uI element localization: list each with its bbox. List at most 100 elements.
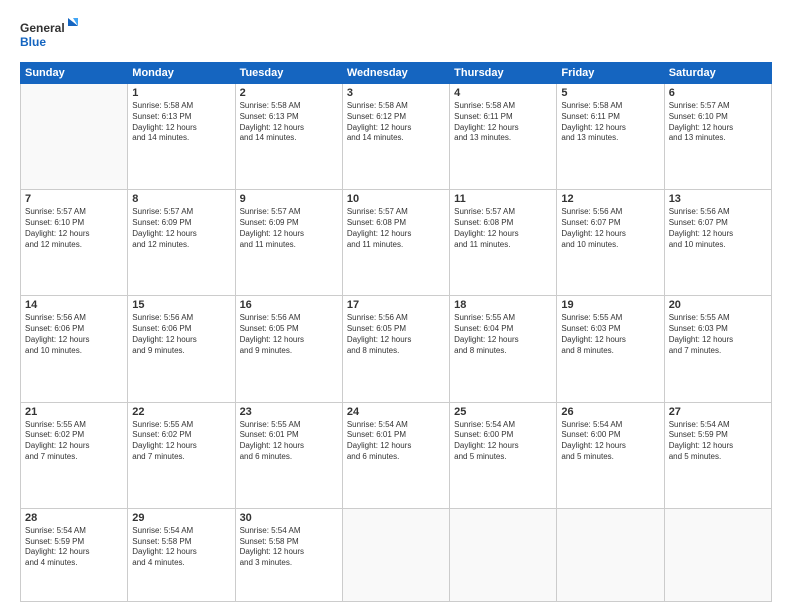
calendar-cell: 15 Sunrise: 5:56 AM Sunset: 6:06 PM Dayli… [128,296,235,402]
calendar-cell: 11Sunrise: 5:57 AM Sunset: 6:08 PM Dayli… [450,190,557,296]
day-info: Sunrise: 5:57 AM Sunset: 6:08 PM Dayligh… [454,207,552,250]
calendar-cell: 21 Sunrise: 5:55 AM Sunset: 6:02 PM Dayli… [21,402,128,508]
day-info: Sunrise: 5:58 AM Sunset: 6:11 PM Dayligh… [561,101,659,144]
day-number: 20 [669,299,767,311]
day-number: 15 [132,299,230,311]
day-info: Sunrise: 5:55 AM Sunset: 6:03 PM Dayligh… [669,313,767,356]
logo: General Blue [20,16,80,54]
calendar-cell: 2 Sunrise: 5:58 AM Sunset: 6:13 PM Daylig… [235,84,342,190]
day-info: Sunrise: 5:57 AM Sunset: 6:08 PM Dayligh… [347,207,445,250]
calendar-day-header: Wednesday [342,63,449,84]
day-number: 18 [454,299,552,311]
day-info: Sunrise: 5:54 AM Sunset: 5:59 PM Dayligh… [25,526,123,569]
calendar-day-header: Saturday [664,63,771,84]
calendar-day-header: Friday [557,63,664,84]
day-number: 26 [561,406,659,418]
day-number: 27 [669,406,767,418]
day-number: 4 [454,87,552,99]
day-number: 29 [132,512,230,524]
day-number: 28 [25,512,123,524]
day-number: 30 [240,512,338,524]
day-info: Sunrise: 5:55 AM Sunset: 6:02 PM Dayligh… [25,420,123,463]
calendar-cell: 4Sunrise: 5:58 AM Sunset: 6:11 PM Daylig… [450,84,557,190]
calendar-day-header: Sunday [21,63,128,84]
calendar-cell: 6 Sunrise: 5:57 AM Sunset: 6:10 PM Daylig… [664,84,771,190]
calendar-cell [342,508,449,601]
day-info: Sunrise: 5:54 AM Sunset: 5:58 PM Dayligh… [132,526,230,569]
calendar-cell: 20 Sunrise: 5:55 AM Sunset: 6:03 PM Dayli… [664,296,771,402]
day-number: 13 [669,193,767,205]
calendar-cell: 29 Sunrise: 5:54 AM Sunset: 5:58 PM Dayli… [128,508,235,601]
day-info: Sunrise: 5:54 AM Sunset: 6:00 PM Dayligh… [561,420,659,463]
calendar-cell: 28 Sunrise: 5:54 AM Sunset: 5:59 PM Dayli… [21,508,128,601]
calendar-cell: 23Sunrise: 5:55 AM Sunset: 6:01 PM Dayli… [235,402,342,508]
calendar-cell: 14 Sunrise: 5:56 AM Sunset: 6:06 PM Dayli… [21,296,128,402]
day-info: Sunrise: 5:57 AM Sunset: 6:10 PM Dayligh… [25,207,123,250]
calendar-cell: 7 Sunrise: 5:57 AM Sunset: 6:10 PM Daylig… [21,190,128,296]
day-number: 8 [132,193,230,205]
calendar-day-header: Thursday [450,63,557,84]
day-info: Sunrise: 5:54 AM Sunset: 5:58 PM Dayligh… [240,526,338,569]
day-number: 3 [347,87,445,99]
calendar-cell: 22 Sunrise: 5:55 AM Sunset: 6:02 PM Dayli… [128,402,235,508]
day-info: Sunrise: 5:56 AM Sunset: 6:06 PM Dayligh… [25,313,123,356]
day-info: Sunrise: 5:54 AM Sunset: 6:00 PM Dayligh… [454,420,552,463]
day-info: Sunrise: 5:54 AM Sunset: 6:01 PM Dayligh… [347,420,445,463]
day-number: 22 [132,406,230,418]
day-info: Sunrise: 5:56 AM Sunset: 6:05 PM Dayligh… [347,313,445,356]
calendar-cell: 5 Sunrise: 5:58 AM Sunset: 6:11 PM Daylig… [557,84,664,190]
day-info: Sunrise: 5:56 AM Sunset: 6:07 PM Dayligh… [669,207,767,250]
calendar-cell [450,508,557,601]
calendar-week-row: 14 Sunrise: 5:56 AM Sunset: 6:06 PM Dayli… [21,296,772,402]
calendar-cell: 10Sunrise: 5:57 AM Sunset: 6:08 PM Dayli… [342,190,449,296]
day-number: 19 [561,299,659,311]
day-info: Sunrise: 5:56 AM Sunset: 6:06 PM Dayligh… [132,313,230,356]
day-number: 16 [240,299,338,311]
calendar-cell: 17 Sunrise: 5:56 AM Sunset: 6:05 PM Dayli… [342,296,449,402]
day-info: Sunrise: 5:58 AM Sunset: 6:13 PM Dayligh… [240,101,338,144]
calendar-cell: 12 Sunrise: 5:56 AM Sunset: 6:07 PM Dayli… [557,190,664,296]
day-info: Sunrise: 5:57 AM Sunset: 6:10 PM Dayligh… [669,101,767,144]
day-number: 14 [25,299,123,311]
calendar-week-row: 7 Sunrise: 5:57 AM Sunset: 6:10 PM Daylig… [21,190,772,296]
svg-text:Blue: Blue [20,35,46,49]
calendar-cell: 30 Sunrise: 5:54 AM Sunset: 5:58 PM Dayli… [235,508,342,601]
calendar-cell [557,508,664,601]
day-number: 6 [669,87,767,99]
day-info: Sunrise: 5:56 AM Sunset: 6:05 PM Dayligh… [240,313,338,356]
day-number: 5 [561,87,659,99]
day-number: 1 [132,87,230,99]
day-info: Sunrise: 5:57 AM Sunset: 6:09 PM Dayligh… [240,207,338,250]
calendar-week-row: 28 Sunrise: 5:54 AM Sunset: 5:59 PM Dayli… [21,508,772,601]
calendar-cell: 16 Sunrise: 5:56 AM Sunset: 6:05 PM Dayli… [235,296,342,402]
calendar-cell: 1 Sunrise: 5:58 AM Sunset: 6:13 PM Daylig… [128,84,235,190]
day-number: 24 [347,406,445,418]
calendar-day-header: Tuesday [235,63,342,84]
day-number: 23 [240,406,338,418]
day-info: Sunrise: 5:58 AM Sunset: 6:12 PM Dayligh… [347,101,445,144]
page: General Blue SundayMondayTuesdayWednesda… [0,0,792,612]
day-number: 21 [25,406,123,418]
calendar-cell: 9Sunrise: 5:57 AM Sunset: 6:09 PM Daylig… [235,190,342,296]
calendar-cell: 27Sunrise: 5:54 AM Sunset: 5:59 PM Dayli… [664,402,771,508]
calendar-cell: 25 Sunrise: 5:54 AM Sunset: 6:00 PM Dayli… [450,402,557,508]
day-number: 12 [561,193,659,205]
day-info: Sunrise: 5:57 AM Sunset: 6:09 PM Dayligh… [132,207,230,250]
calendar-cell: 24 Sunrise: 5:54 AM Sunset: 6:01 PM Dayli… [342,402,449,508]
day-info: Sunrise: 5:56 AM Sunset: 6:07 PM Dayligh… [561,207,659,250]
calendar-day-header: Monday [128,63,235,84]
day-number: 17 [347,299,445,311]
calendar-cell [21,84,128,190]
calendar-cell: 18Sunrise: 5:55 AM Sunset: 6:04 PM Dayli… [450,296,557,402]
day-info: Sunrise: 5:55 AM Sunset: 6:02 PM Dayligh… [132,420,230,463]
calendar-week-row: 1 Sunrise: 5:58 AM Sunset: 6:13 PM Daylig… [21,84,772,190]
calendar-week-row: 21 Sunrise: 5:55 AM Sunset: 6:02 PM Dayli… [21,402,772,508]
day-number: 7 [25,193,123,205]
calendar-cell: 8 Sunrise: 5:57 AM Sunset: 6:09 PM Daylig… [128,190,235,296]
day-number: 2 [240,87,338,99]
calendar-header-row: SundayMondayTuesdayWednesdayThursdayFrid… [21,63,772,84]
calendar-cell: 19Sunrise: 5:55 AM Sunset: 6:03 PM Dayli… [557,296,664,402]
day-info: Sunrise: 5:58 AM Sunset: 6:13 PM Dayligh… [132,101,230,144]
day-number: 25 [454,406,552,418]
calendar-cell: 26 Sunrise: 5:54 AM Sunset: 6:00 PM Dayli… [557,402,664,508]
